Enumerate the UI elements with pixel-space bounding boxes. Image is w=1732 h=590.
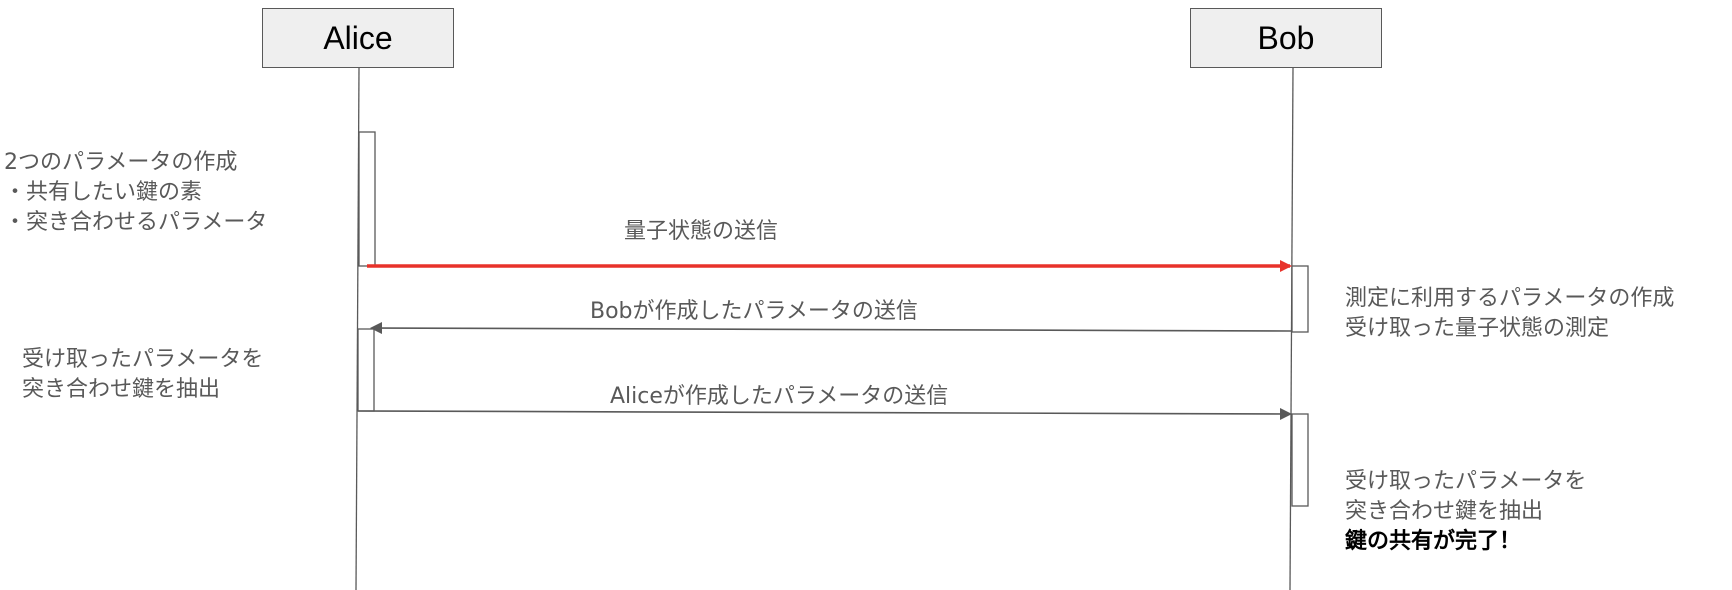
note-bob-measure: 測定に利用するパラメータの作成 受け取った量子状態の測定 bbox=[1345, 284, 1674, 344]
bob-activation-2 bbox=[1291, 413, 1309, 507]
participant-alice: Alice bbox=[262, 8, 454, 68]
note-emphasis: 鍵の共有が完了！ bbox=[1345, 529, 1522, 554]
participant-alice-label: Alice bbox=[323, 19, 393, 56]
message-label-alice-parameter: Aliceが作成したパラメータの送信 bbox=[610, 384, 949, 409]
note-bob-extract: 受け取ったパラメータを 突き合わせ鍵を抽出 鍵の共有が完了！ bbox=[1345, 467, 1586, 557]
participant-bob: Bob bbox=[1190, 8, 1382, 68]
note-line: 受け取ったパラメータを bbox=[22, 347, 264, 372]
participant-bob-label: Bob bbox=[1257, 19, 1315, 56]
note-line: 突き合わせ鍵を抽出 bbox=[22, 377, 221, 402]
note-line: ・共有したい鍵の素 bbox=[4, 180, 203, 205]
bob-parameter-arrow bbox=[370, 322, 1293, 335]
alice-parameter-arrow bbox=[357, 407, 1292, 420]
note-alice-create: 2つのパラメータの作成 ・共有したい鍵の素 ・突き合わせるパラメータ bbox=[4, 148, 267, 238]
note-line: 測定に利用するパラメータの作成 bbox=[1345, 286, 1675, 311]
alice-activation-1 bbox=[358, 131, 376, 267]
note-line: ・突き合わせるパラメータ bbox=[4, 210, 268, 235]
bob-activation-1 bbox=[1291, 265, 1309, 333]
note-alice-extract: 受け取ったパラメータを 突き合わせ鍵を抽出 bbox=[22, 345, 263, 405]
sequence-diagram: Alice Bob 量子状態の送信 Bobが作成したパラメータの送信 Alice… bbox=[0, 0, 1732, 590]
note-line: 受け取った量子状態の測定 bbox=[1345, 316, 1610, 341]
message-label-quantum: 量子状態の送信 bbox=[624, 219, 779, 244]
note-line: 受け取ったパラメータを bbox=[1345, 469, 1587, 494]
note-line: 2つのパラメータの作成 bbox=[4, 150, 238, 175]
message-label-bob-parameter: Bobが作成したパラメータの送信 bbox=[590, 299, 918, 324]
note-line: 突き合わせ鍵を抽出 bbox=[1345, 499, 1544, 524]
alice-activation-2 bbox=[357, 328, 375, 412]
